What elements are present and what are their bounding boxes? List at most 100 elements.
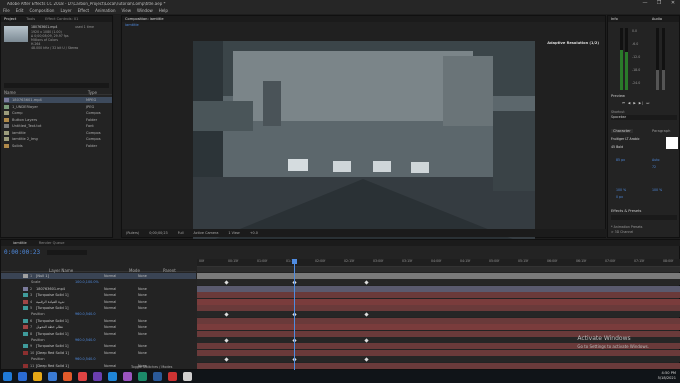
- av-switches[interactable]: [1, 286, 23, 292]
- layer-name[interactable]: [Turquoise Solid 1]: [36, 306, 104, 310]
- col-type[interactable]: Type: [88, 90, 97, 95]
- blend-mode-select[interactable]: Normal: [104, 300, 124, 304]
- preset-item[interactable]: > 3D Channel: [611, 230, 633, 234]
- parent-select[interactable]: None: [138, 287, 158, 291]
- layer-duration-bar[interactable]: [197, 273, 680, 279]
- layer-row[interactable]: 8 [Turquoise Solid 1] Normal None: [1, 331, 196, 337]
- project-item[interactable]: Comp Compos: [4, 110, 112, 116]
- label-color-icon[interactable]: [23, 331, 28, 336]
- layer-name[interactable]: [Turquoise Solid 1]: [36, 293, 104, 297]
- tab-audio[interactable]: Audio: [652, 16, 662, 22]
- close-icon[interactable]: ✕: [666, 0, 680, 7]
- timeline-search-input[interactable]: [47, 250, 87, 255]
- layer-name[interactable]: [Deep Red Solid 1]: [36, 364, 104, 368]
- label-color-icon[interactable]: [23, 344, 28, 349]
- tab-composition[interactable]: Composition: iamtitle: [125, 16, 164, 22]
- parent-select[interactable]: None: [138, 300, 158, 304]
- property-value[interactable]: 100.0,100.0%: [75, 280, 99, 284]
- av-switches[interactable]: [1, 324, 23, 330]
- layer-row[interactable]: 2 180763601.mp4 Normal None: [1, 286, 196, 292]
- layer-name[interactable]: [Turquoise Solid 1]: [36, 319, 104, 323]
- project-item[interactable]: Untitled_Text.txt Font: [4, 123, 112, 129]
- av-switches[interactable]: [1, 299, 23, 305]
- property-track[interactable]: [197, 356, 680, 363]
- layer-name[interactable]: [Turquoise Solid 1]: [36, 332, 104, 336]
- layer-row[interactable]: 9 [Turquoise Solid 1] Normal None: [1, 343, 196, 349]
- taskbar-app-icon[interactable]: [33, 372, 42, 381]
- work-area-bar[interactable]: [197, 267, 680, 272]
- av-switches[interactable]: [1, 305, 23, 311]
- resolution-select[interactable]: Full: [178, 231, 184, 235]
- label-color-icon[interactable]: [23, 363, 28, 368]
- label-color-icon[interactable]: [23, 306, 28, 310]
- preview-header[interactable]: Preview: [611, 94, 625, 98]
- font-style-select[interactable]: 45 Bold: [611, 145, 623, 149]
- project-item[interactable]: Button Layers Folder: [4, 117, 112, 123]
- taskbar-app-icon[interactable]: [153, 372, 162, 381]
- shortcut-select[interactable]: Spacebar: [611, 115, 677, 120]
- layer-name[interactable]: [Null 1]: [36, 274, 104, 278]
- start-icon[interactable]: [3, 372, 12, 381]
- layer-row[interactable]: 1 [Null 1] Normal None: [1, 273, 196, 279]
- tab-render-queue[interactable]: Render Queue: [39, 240, 65, 246]
- menu-window[interactable]: Window: [137, 7, 153, 14]
- effects-search-input[interactable]: [611, 215, 677, 220]
- tab-character[interactable]: Character: [611, 129, 633, 133]
- taskbar-app-icon[interactable]: [123, 372, 132, 381]
- label-color-icon[interactable]: [23, 286, 28, 291]
- blend-mode-select[interactable]: Normal: [104, 344, 124, 348]
- parent-select[interactable]: None: [138, 325, 158, 329]
- label-color-icon[interactable]: [23, 274, 28, 278]
- layer-duration-bar[interactable]: [197, 298, 680, 305]
- camera-select[interactable]: Active Camera: [194, 231, 219, 235]
- label-color-icon[interactable]: [23, 325, 28, 330]
- taskbar-app-icon[interactable]: [63, 372, 72, 381]
- menu-layer[interactable]: Layer: [60, 7, 71, 14]
- layer-name[interactable]: نظام خطة التحويل: [36, 325, 104, 329]
- project-item[interactable]: iamtitle Compos: [4, 130, 112, 136]
- blend-mode-select[interactable]: Normal: [104, 364, 124, 368]
- horizontal-scale-value[interactable]: 100 %: [652, 188, 662, 192]
- parent-select[interactable]: None: [138, 319, 158, 323]
- comp-breadcrumb[interactable]: iamtitle: [125, 23, 175, 28]
- system-clock[interactable]: 4:50 PM 5/18/2021: [658, 371, 676, 381]
- layer-name[interactable]: [Deep Red Solid 1]: [36, 351, 104, 355]
- current-time[interactable]: 0;00;00;23: [149, 231, 168, 235]
- layer-row[interactable]: 3 [Turquoise Solid 1] Normal None: [1, 292, 196, 298]
- view-layout-select[interactable]: 1 View: [228, 231, 239, 235]
- taskbar-app-icon[interactable]: [18, 372, 27, 381]
- layer-name[interactable]: ندوة القيادة الرقمية: [36, 300, 104, 304]
- av-switches[interactable]: [1, 331, 23, 337]
- taskbar-app-icon[interactable]: [168, 372, 177, 381]
- layer-row[interactable]: 7 نظام خطة التحويل Normal None: [1, 324, 196, 330]
- parent-select[interactable]: None: [138, 332, 158, 336]
- layer-row[interactable]: 10 [Deep Red Solid 1] Normal None: [1, 350, 196, 356]
- layer-row[interactable]: 4 ندوة القيادة الرقمية Normal None: [1, 299, 196, 305]
- property-value[interactable]: 960.0,540.0: [75, 312, 96, 316]
- layer-row[interactable]: 5 [Turquoise Solid 1] Normal None: [1, 305, 196, 311]
- av-switches[interactable]: [1, 363, 23, 369]
- blend-mode-select[interactable]: Normal: [104, 274, 124, 278]
- layer-duration-bar[interactable]: [197, 362, 680, 369]
- label-color-icon[interactable]: [23, 318, 28, 323]
- layer-duration-bar[interactable]: [197, 305, 680, 311]
- layer-name[interactable]: [Turquoise Solid 1]: [36, 344, 104, 348]
- av-switches[interactable]: [1, 318, 23, 324]
- menu-file[interactable]: File: [3, 7, 10, 14]
- baseline-shift-value[interactable]: 0 px: [616, 195, 623, 199]
- label-color-icon[interactable]: [23, 299, 28, 304]
- col-name[interactable]: Name: [4, 90, 16, 95]
- tab-paragraph[interactable]: Paragraph: [652, 129, 670, 133]
- project-item[interactable]: iamtitle 2_Img Compos: [4, 136, 112, 142]
- tab-timeline-comp[interactable]: iamtitle: [13, 240, 27, 246]
- label-color-icon[interactable]: [23, 293, 28, 298]
- blend-mode-select[interactable]: Normal: [104, 293, 124, 297]
- font-family-select[interactable]: Fruitiger LT Arabic: [611, 137, 640, 141]
- taskbar-app-icon[interactable]: [108, 372, 117, 381]
- av-switches[interactable]: [1, 292, 23, 298]
- layer-duration-bar[interactable]: [197, 285, 680, 292]
- volume-slider-left[interactable]: [656, 28, 659, 90]
- taskbar-app-icon[interactable]: [183, 372, 192, 381]
- menu-composition[interactable]: Composition: [29, 7, 54, 14]
- minimize-icon[interactable]: —: [638, 0, 652, 7]
